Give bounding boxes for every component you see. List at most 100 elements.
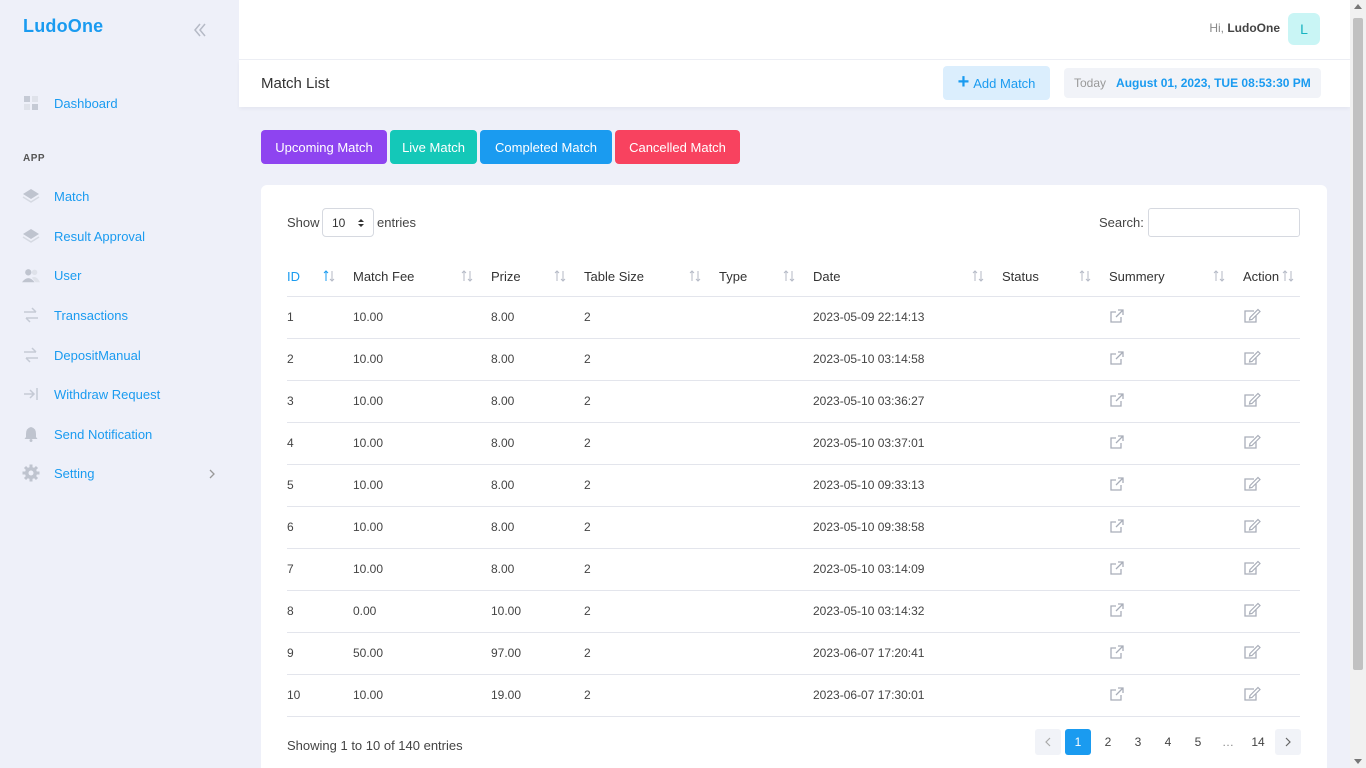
external-link-icon[interactable]: [1109, 476, 1125, 492]
pagination-page[interactable]: 14: [1245, 729, 1271, 755]
cell-prize: 8.00: [491, 380, 584, 423]
cell-id: 7: [287, 548, 353, 591]
username: LudoOne: [1227, 21, 1280, 35]
sidebar-item-send-notification[interactable]: Send Notification: [22, 423, 152, 445]
edit-icon[interactable]: [1243, 434, 1261, 450]
sidebar-item-withdraw-request[interactable]: Withdraw Request: [22, 383, 160, 405]
user-greeting: Hi, LudoOne: [1209, 21, 1280, 35]
table-row: 1 10.00 8.00 2 2023-05-09 22:14:13: [287, 296, 1300, 339]
cell-status: [1002, 296, 1109, 339]
column-header-date[interactable]: Date: [813, 257, 1002, 297]
external-link-icon[interactable]: [1109, 350, 1125, 366]
sort-icon: [972, 270, 984, 282]
pagination-page[interactable]: 5: [1185, 729, 1211, 755]
cell-type: [719, 380, 813, 423]
cell-prize: 97.00: [491, 632, 584, 675]
cell-type: [719, 548, 813, 591]
cell-action: [1243, 380, 1300, 423]
cell-prize: 8.00: [491, 506, 584, 549]
date-display: Today August 01, 2023, TUE 08:53:30 PM: [1064, 68, 1321, 98]
sidebar-item-deposit-manual[interactable]: DepositManual: [22, 344, 141, 366]
pagination-page[interactable]: 2: [1095, 729, 1121, 755]
external-link-icon[interactable]: [1109, 560, 1125, 576]
external-link-icon[interactable]: [1109, 434, 1125, 450]
external-link-icon[interactable]: [1109, 686, 1125, 702]
edit-icon[interactable]: [1243, 392, 1261, 408]
column-header-table-size[interactable]: Table Size: [584, 257, 719, 297]
edit-icon[interactable]: [1243, 350, 1261, 366]
cell-prize: 19.00: [491, 674, 584, 717]
external-link-icon[interactable]: [1109, 392, 1125, 408]
cell-summery: [1109, 422, 1243, 465]
external-link-icon[interactable]: [1109, 602, 1125, 618]
external-link-icon[interactable]: [1109, 518, 1125, 534]
bell-icon: [22, 425, 40, 443]
column-header-id[interactable]: ID: [287, 257, 353, 297]
entries-select[interactable]: 10: [322, 208, 374, 237]
sidebar-item-user[interactable]: User: [22, 264, 81, 286]
pagination-ellipsis: …: [1222, 735, 1234, 749]
brand-logo[interactable]: LudoOne: [23, 16, 103, 37]
entries-value: 10: [332, 215, 346, 230]
edit-icon[interactable]: [1243, 308, 1261, 324]
sort-icon: [554, 270, 566, 282]
column-header-status[interactable]: Status: [1002, 257, 1109, 297]
scroll-thumb[interactable]: [1353, 18, 1363, 670]
sort-icon: [461, 270, 473, 282]
cell-type: [719, 632, 813, 675]
cell-status: [1002, 590, 1109, 633]
tab-completed-match[interactable]: Completed Match: [480, 130, 612, 164]
edit-icon[interactable]: [1243, 476, 1261, 492]
tab-cancelled-match[interactable]: Cancelled Match: [615, 130, 740, 164]
cell-table-size: 2: [584, 380, 719, 423]
edit-icon[interactable]: [1243, 686, 1261, 702]
cell-type: [719, 590, 813, 633]
pagination-prev-button[interactable]: [1035, 729, 1061, 755]
column-header-summery[interactable]: Summery: [1109, 257, 1243, 297]
edit-icon[interactable]: [1243, 560, 1261, 576]
cell-status: [1002, 506, 1109, 549]
sidebar-item-transactions[interactable]: Transactions: [22, 304, 128, 326]
column-header-prize[interactable]: Prize: [491, 257, 584, 297]
collapse-sidebar-icon[interactable]: [190, 20, 210, 40]
sort-icon: [689, 270, 701, 282]
pagination-page[interactable]: 3: [1125, 729, 1151, 755]
add-match-label: Add Match: [973, 75, 1036, 91]
sidebar-item-label: DepositManual: [54, 347, 141, 363]
cell-type: [719, 422, 813, 465]
scroll-up-arrow-icon[interactable]: [1354, 4, 1362, 9]
chevron-right-icon: [207, 467, 217, 479]
tab-upcoming-match[interactable]: Upcoming Match: [261, 130, 387, 164]
add-match-button[interactable]: + Add Match: [943, 66, 1050, 100]
tab-live-match[interactable]: Live Match: [390, 130, 477, 164]
pagination-page[interactable]: 4: [1155, 729, 1181, 755]
column-header-action[interactable]: Action: [1243, 257, 1300, 297]
table-info: Showing 1 to 10 of 140 entries: [287, 738, 463, 753]
edit-icon[interactable]: [1243, 518, 1261, 534]
avatar[interactable]: L: [1288, 13, 1320, 45]
external-link-icon[interactable]: [1109, 644, 1125, 660]
external-link-icon[interactable]: [1109, 308, 1125, 324]
sidebar-item-label: Setting: [54, 465, 95, 481]
sidebar-item-setting[interactable]: Setting: [22, 462, 94, 484]
sidebar-item-result-approval[interactable]: Result Approval: [22, 225, 145, 247]
page-scrollbar[interactable]: [1350, 0, 1366, 768]
search-input[interactable]: [1148, 208, 1300, 237]
sidebar-item-dashboard[interactable]: Dashboard: [22, 92, 118, 114]
edit-icon[interactable]: [1243, 644, 1261, 660]
sidebar-item-label: Dashboard: [54, 95, 118, 111]
column-header-match-fee[interactable]: Match Fee: [353, 257, 491, 297]
cell-match-fee: 10.00: [353, 674, 491, 717]
pagination-page[interactable]: 1: [1065, 729, 1091, 755]
column-header-type[interactable]: Type: [719, 257, 813, 297]
pagination-next-button[interactable]: [1275, 729, 1301, 755]
sort-icon: [1213, 270, 1225, 282]
cell-type: [719, 674, 813, 717]
cell-status: [1002, 422, 1109, 465]
edit-icon[interactable]: [1243, 602, 1261, 618]
scroll-down-arrow-icon[interactable]: [1354, 759, 1362, 764]
cell-date: 2023-05-10 09:33:13: [813, 464, 1002, 507]
sidebar-item-match[interactable]: Match: [22, 185, 89, 207]
diamond-icon: [22, 227, 40, 245]
sidebar-item-label: Send Notification: [54, 426, 153, 442]
